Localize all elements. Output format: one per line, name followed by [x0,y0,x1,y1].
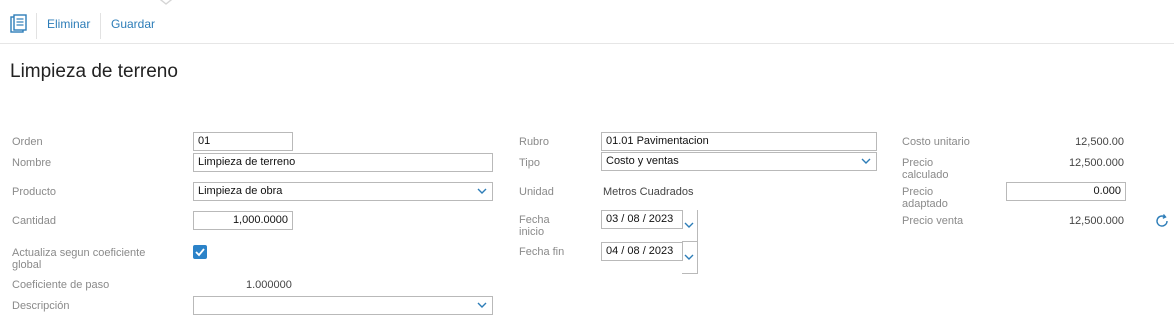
rubro-input[interactable]: 01.01 Pavimentacion [601,132,877,151]
precio-venta-label: Precio venta [902,215,964,227]
orden-label: Orden [12,136,43,148]
precio-adaptado-input[interactable]: 0.000 [1006,182,1126,201]
costo-unitario-value: 12,500.00 [1075,136,1124,148]
chevron-down-icon [476,184,488,202]
toolbar-divider [100,13,101,39]
fecha-fin-spinner[interactable] [682,242,698,274]
coeficiente-label: Coeficiente de paso [12,279,110,291]
nombre-input[interactable]: Limpieza de terreno [193,153,493,172]
precio-calculado-value: 12,500.000 [1068,157,1124,169]
precio-adaptado-label: Precio adaptado [902,186,948,210]
cantidad-input[interactable]: 1,000.0000 [193,211,293,230]
tipo-label: Tipo [519,157,540,169]
toolbar-divider-line [0,43,1174,44]
chevron-down-icon [683,250,695,269]
producto-value: Limpieza de obra [198,185,283,197]
cantidad-label: Cantidad [12,215,57,227]
coeficiente-value: 1.000000 [246,279,292,291]
costo-unitario-label: Costo unitario [902,136,970,148]
fecha-fin-input[interactable]: 04 / 08 / 2023 [601,242,683,261]
chevron-down-icon [476,298,488,316]
check-icon [195,248,205,257]
nombre-label: Nombre [12,157,52,169]
eliminar-button[interactable]: Eliminar [47,17,90,31]
fecha-inicio-input[interactable]: 03 / 08 / 2023 [601,210,683,229]
toolbar-divider [36,13,37,39]
tipo-select[interactable]: Costo y ventas [601,152,877,171]
producto-select[interactable]: Limpieza de obra [193,182,493,201]
page-title: Limpieza de terreno [10,61,178,82]
descripcion-label: Descripción [12,300,70,312]
fecha-fin-label: Fecha fin [519,246,565,258]
unidad-value: Metros Cuadrados [603,186,694,198]
fecha-inicio-label: Fecha inicio [519,214,550,238]
chevron-down-icon [683,218,695,237]
refresh-icon[interactable] [1154,213,1170,234]
rubro-label: Rubro [519,136,549,148]
top-chevron-icon [155,0,177,12]
descripcion-select[interactable] [193,296,493,315]
producto-label: Producto [12,186,57,198]
tipo-value: Costo y ventas [606,155,679,167]
fecha-inicio-spinner[interactable] [682,210,698,242]
document-list-icon[interactable] [10,14,28,34]
actualiza-label: Actualiza segun coeficiente global [12,247,146,271]
chevron-down-icon [860,154,872,172]
guardar-button[interactable]: Guardar [111,17,155,31]
orden-input[interactable]: 01 [193,132,293,151]
precio-venta-value: 12,500.000 [1068,215,1124,227]
precio-calculado-label: Precio calculado [902,157,949,181]
actualiza-checkbox[interactable] [193,245,207,259]
unidad-label: Unidad [519,186,554,198]
